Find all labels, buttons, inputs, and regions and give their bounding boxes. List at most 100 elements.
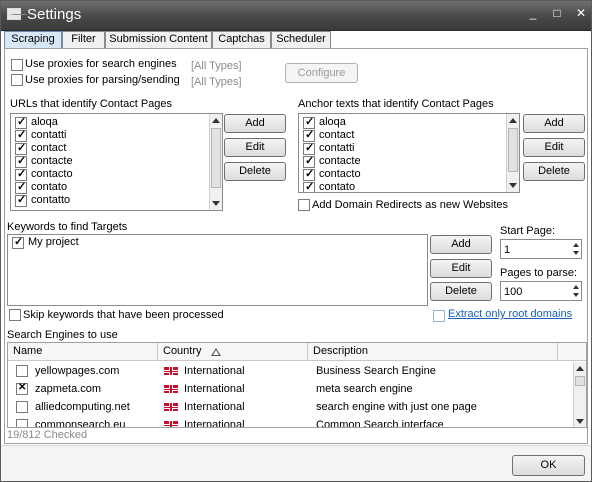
- list-item-checkbox[interactable]: [12, 235, 24, 249]
- scroll-thumb[interactable]: [575, 376, 585, 386]
- engine-country: International: [184, 365, 245, 377]
- list-item-label: My project: [28, 236, 79, 248]
- skip-keywords-checkbox[interactable]: [9, 309, 21, 321]
- sort-ascending-icon: [211, 348, 221, 356]
- proxies-search-label: Use proxies for search engines: [25, 58, 177, 70]
- engine-country: International: [184, 401, 245, 413]
- spin-up-icon[interactable]: [573, 243, 579, 247]
- tab-filter[interactable]: Filter: [62, 31, 105, 48]
- anchors-list[interactable]: aloqa contact contatti contacte contacto…: [298, 113, 520, 193]
- anchors-edit-button[interactable]: Edit: [523, 138, 585, 157]
- start-page-stepper[interactable]: 1: [500, 239, 582, 259]
- scroll-down-icon[interactable]: [576, 419, 584, 424]
- urls-list[interactable]: aloqa contatti contact contacte contacto…: [10, 113, 223, 211]
- scroll-up-icon[interactable]: [212, 118, 220, 123]
- urls-scrollbar[interactable]: [209, 114, 222, 210]
- engines-table[interactable]: Name Country Description yellowpages.com…: [7, 342, 587, 428]
- list-item-label: aloqa: [319, 116, 346, 128]
- row-checkbox[interactable]: [16, 401, 28, 413]
- root-domains-checkbox[interactable]: [433, 310, 445, 322]
- anchors-scrollbar[interactable]: [506, 114, 519, 192]
- tab-captchas[interactable]: Captchas: [212, 31, 271, 48]
- title-bar[interactable]: Settings _ □ ✕: [1, 1, 591, 31]
- list-item-label: contatti: [319, 142, 355, 154]
- scraping-panel: Use proxies for search engines [All Type…: [4, 48, 588, 444]
- engine-name: yellowpages.com: [35, 365, 120, 377]
- anchors-add-button[interactable]: Add: [523, 114, 585, 133]
- uk-flag-icon: [163, 366, 179, 376]
- pages-to-parse-stepper[interactable]: 100: [500, 281, 582, 301]
- settings-window: Settings _ □ ✕ Scraping Filter Submissio…: [0, 0, 592, 482]
- table-row[interactable]: commonsearch.eu International Common Sea…: [8, 416, 574, 428]
- scroll-down-icon[interactable]: [212, 201, 220, 206]
- maximize-button[interactable]: □: [545, 4, 569, 22]
- engine-name: commonsearch.eu: [35, 419, 126, 428]
- pages-to-parse-value: 100: [504, 286, 523, 298]
- minimize-button[interactable]: _: [521, 4, 545, 22]
- list-item-label: contato: [319, 181, 356, 193]
- row-checkbox[interactable]: [16, 382, 28, 395]
- engine-country: International: [184, 383, 245, 395]
- urls-delete-button[interactable]: Delete: [224, 162, 286, 181]
- dialog-footer: OK: [1, 445, 591, 481]
- keywords-heading: Keywords to find Targets: [7, 221, 128, 233]
- keywords-edit-button[interactable]: Edit: [430, 259, 492, 278]
- tab-scheduler[interactable]: Scheduler: [271, 31, 331, 48]
- scroll-thumb[interactable]: [508, 128, 518, 172]
- urls-edit-button[interactable]: Edit: [224, 138, 286, 157]
- ok-button[interactable]: OK: [512, 455, 585, 476]
- uk-flag-icon: [163, 384, 179, 394]
- domain-redirects-label: Add Domain Redirects as new Websites: [312, 199, 509, 211]
- list-item-label: contacto: [319, 168, 361, 180]
- configure-button[interactable]: Configure: [285, 63, 358, 83]
- scroll-thumb[interactable]: [211, 128, 221, 188]
- spin-down-icon[interactable]: [573, 251, 579, 255]
- keywords-add-button[interactable]: Add: [430, 235, 492, 254]
- proxies-parsing-checkbox[interactable]: [11, 74, 23, 86]
- list-item-label: contacto: [31, 168, 73, 180]
- engines-status: 19/812 Checked: [7, 429, 88, 441]
- spin-up-icon[interactable]: [573, 285, 579, 289]
- scroll-up-icon[interactable]: [576, 366, 584, 371]
- start-page-label: Start Page:: [500, 225, 556, 237]
- tab-scraping[interactable]: Scraping: [4, 31, 62, 48]
- keywords-delete-button[interactable]: Delete: [430, 282, 492, 301]
- root-domains-link[interactable]: Extract only root domains: [448, 308, 572, 320]
- column-header-description[interactable]: Description: [308, 343, 558, 361]
- column-header-spacer: [558, 343, 586, 361]
- pages-to-parse-label: Pages to parse:: [500, 267, 578, 279]
- skip-keywords-label: Skip keywords that have been processed: [23, 309, 224, 321]
- engine-country: International: [184, 419, 245, 428]
- tab-submission-content[interactable]: Submission Content: [105, 31, 212, 48]
- proxies-parsing-types: [All Types]: [191, 76, 242, 88]
- engine-description: search engine with just one page: [316, 401, 477, 413]
- spin-down-icon[interactable]: [573, 293, 579, 297]
- engine-name: alliedcomputing.net: [35, 401, 130, 413]
- column-header-name[interactable]: Name: [8, 343, 158, 361]
- scroll-up-icon[interactable]: [509, 118, 517, 123]
- column-header-country-label: Country: [163, 345, 202, 357]
- anchors-heading: Anchor texts that identify Contact Pages: [298, 98, 494, 110]
- anchors-delete-button[interactable]: Delete: [523, 162, 585, 181]
- close-button[interactable]: ✕: [569, 4, 591, 22]
- urls-add-button[interactable]: Add: [224, 114, 286, 133]
- proxies-search-checkbox[interactable]: [11, 59, 23, 71]
- row-checkbox[interactable]: [16, 365, 28, 377]
- list-item-label: aloqa: [31, 116, 58, 128]
- list-item-label: contacte: [319, 155, 361, 167]
- uk-flag-icon: [163, 402, 179, 412]
- list-item-label: contact: [31, 142, 67, 154]
- table-row[interactable]: alliedcomputing.net International search…: [8, 398, 574, 416]
- table-row[interactable]: zapmeta.com International meta search en…: [8, 380, 574, 398]
- list-item-checkbox[interactable]: [303, 180, 315, 192]
- list-item-checkbox[interactable]: [15, 193, 27, 207]
- keywords-list[interactable]: My project: [7, 234, 428, 306]
- window-icon: [7, 8, 29, 20]
- row-checkbox[interactable]: [16, 419, 28, 427]
- column-header-country[interactable]: Country: [158, 343, 308, 361]
- engines-scrollbar[interactable]: [573, 362, 586, 427]
- proxies-parsing-label: Use proxies for parsing/sending: [25, 74, 180, 86]
- scroll-down-icon[interactable]: [509, 183, 517, 188]
- domain-redirects-checkbox[interactable]: [298, 199, 310, 211]
- table-row[interactable]: yellowpages.com International Business S…: [8, 362, 574, 380]
